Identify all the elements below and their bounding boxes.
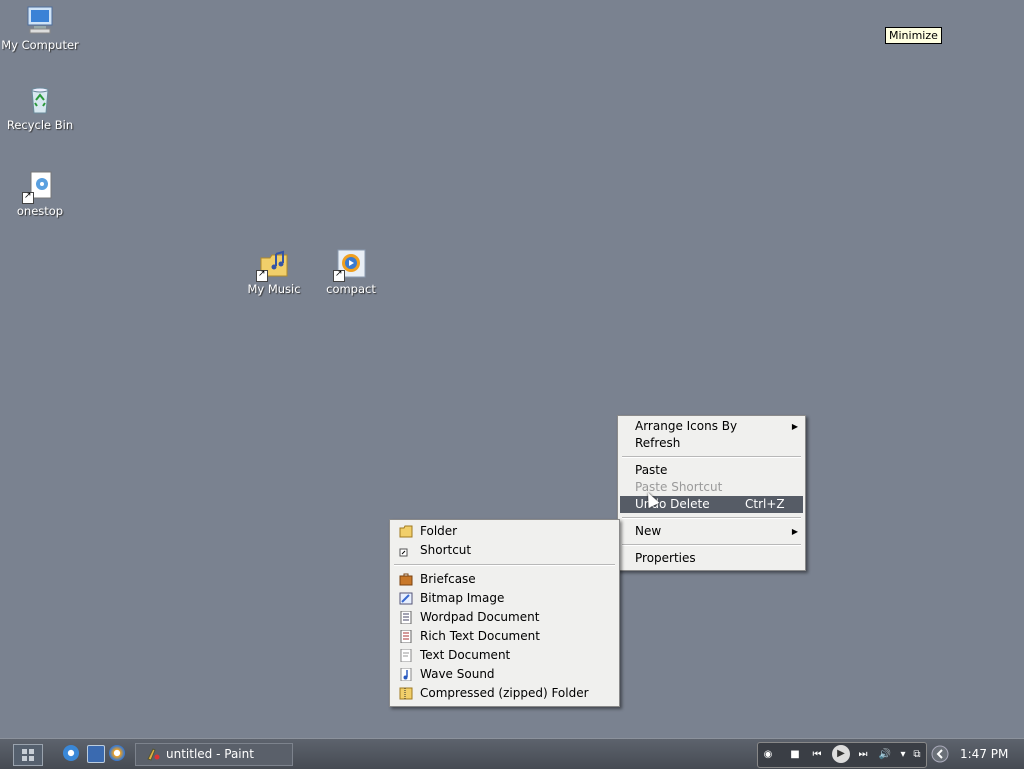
desktop-icon-label: My Music (247, 282, 301, 296)
menu-item-properties[interactable]: Properties (618, 550, 805, 567)
volume-button[interactable]: 🔊 (878, 748, 892, 762)
submenu-item-label: Shortcut (420, 543, 472, 557)
menu-separator (394, 564, 615, 566)
menu-item-paste[interactable]: Paste (618, 462, 805, 479)
menu-item-arrange-icons-by[interactable]: Arrange Icons By ▶ (618, 418, 805, 435)
desktop-icon-recycle-bin[interactable]: Recycle Bin (0, 84, 80, 132)
desktop-icon-label: Recycle Bin (6, 118, 74, 132)
previous-button[interactable]: ⏮ (810, 748, 824, 762)
system-clock[interactable]: 1:47 PM (960, 739, 1008, 769)
stop-button[interactable]: ■ (788, 748, 802, 762)
shortcut-arrow-icon (22, 190, 34, 204)
menu-item-refresh[interactable]: Refresh (618, 435, 805, 452)
submenu-item-label: Bitmap Image (420, 591, 505, 605)
zip-folder-icon (399, 687, 413, 700)
music-folder-icon (256, 248, 290, 282)
desktop-icon-onestop[interactable]: onestop (0, 170, 80, 218)
submenu-item-compressed-folder[interactable]: Compressed (zipped) Folder (390, 684, 619, 703)
paint-icon (146, 747, 160, 761)
submenu-item-shortcut[interactable]: Shortcut (390, 541, 619, 560)
start-button[interactable] (13, 744, 43, 766)
submenu-item-label: Rich Text Document (420, 629, 540, 643)
menu-item-label: Refresh (635, 436, 681, 450)
shortcut-arrow-icon (333, 268, 345, 282)
show-desktop-icon[interactable] (87, 745, 105, 763)
desktop-icon-label: compact (326, 282, 376, 296)
menu-item-shortcut: Ctrl+Z (745, 497, 785, 511)
text-doc-icon (399, 648, 412, 663)
menu-separator (622, 456, 801, 458)
rtf-icon (399, 629, 412, 644)
desktop-icon-label: onestop (16, 204, 64, 218)
desktop-icon-my-computer[interactable]: My Computer (0, 4, 80, 52)
menu-item-label: Properties (635, 551, 696, 565)
menu-separator (622, 544, 801, 546)
show-hidden-icons-button[interactable] (927, 742, 953, 766)
submenu-item-folder[interactable]: Folder (390, 522, 619, 541)
taskbar-button-paint[interactable]: untitled - Paint (135, 743, 293, 766)
desktop-icon-label: My Computer (1, 38, 79, 52)
shortcut-arrow-icon (256, 268, 268, 282)
submenu-item-label: Wordpad Document (420, 610, 540, 624)
desktop-icon-my-music[interactable]: My Music (234, 248, 314, 296)
menu-item-label: New (635, 524, 662, 538)
submenu-item-rich-text-document[interactable]: Rich Text Document (390, 627, 619, 646)
wordpad-icon (399, 610, 412, 625)
shortcut-media-icon (22, 170, 56, 204)
player-logo-icon: ◉ (763, 749, 773, 760)
recycle-bin-icon (24, 84, 56, 116)
submenu-item-wave-sound[interactable]: Wave Sound (390, 665, 619, 684)
shortcut-icon (399, 544, 412, 557)
submenu-item-label: Wave Sound (420, 667, 495, 681)
submenu-item-briefcase[interactable]: Briefcase (390, 570, 619, 589)
submenu-item-label: Briefcase (420, 572, 476, 586)
briefcase-icon (399, 573, 413, 586)
menu-separator (622, 517, 801, 519)
taskbar-button-label: untitled - Paint (166, 747, 254, 761)
desktop-icon-compact[interactable]: compact (311, 248, 391, 296)
player-menu-chevron-icon[interactable]: ▾ (896, 748, 910, 762)
restore-player-icon[interactable]: ⧉ (910, 748, 924, 762)
bitmap-icon (399, 592, 413, 605)
folder-icon (399, 525, 413, 538)
internet-explorer-icon[interactable] (63, 745, 79, 761)
submenu-item-label: Text Document (420, 648, 511, 662)
submenu-item-text-document[interactable]: Text Document (390, 646, 619, 665)
menu-item-label: Arrange Icons By (635, 419, 738, 433)
next-button[interactable]: ⏭ (856, 748, 870, 762)
minimize-tooltip: Minimize (885, 27, 942, 44)
submenu-arrow-icon: ▶ (791, 527, 798, 536)
wave-sound-icon (399, 667, 412, 682)
menu-item-new[interactable]: New ▶ (618, 523, 805, 540)
submenu-arrow-icon: ▶ (791, 422, 798, 431)
play-button[interactable]: ▶ (832, 745, 850, 763)
media-player-icon (333, 248, 367, 282)
menu-item-label: Paste (635, 463, 668, 477)
taskbar: untitled - Paint ◉ ■ ⏮ ▶ ⏭ 🔊 ▾ ⧉ 1:47 PM (0, 738, 1024, 769)
media-player-toolbar: ◉ ■ ⏮ ▶ ⏭ 🔊 ▾ ⧉ (757, 742, 927, 768)
new-submenu: Folder Shortcut Briefcase Bitmap Image W… (389, 519, 620, 707)
submenu-item-label: Folder (420, 524, 458, 538)
computer-icon (24, 4, 56, 36)
submenu-item-bitmap-image[interactable]: Bitmap Image (390, 589, 619, 608)
submenu-item-wordpad-document[interactable]: Wordpad Document (390, 608, 619, 627)
submenu-item-label: Compressed (zipped) Folder (420, 686, 589, 700)
media-player-icon[interactable] (109, 745, 125, 761)
